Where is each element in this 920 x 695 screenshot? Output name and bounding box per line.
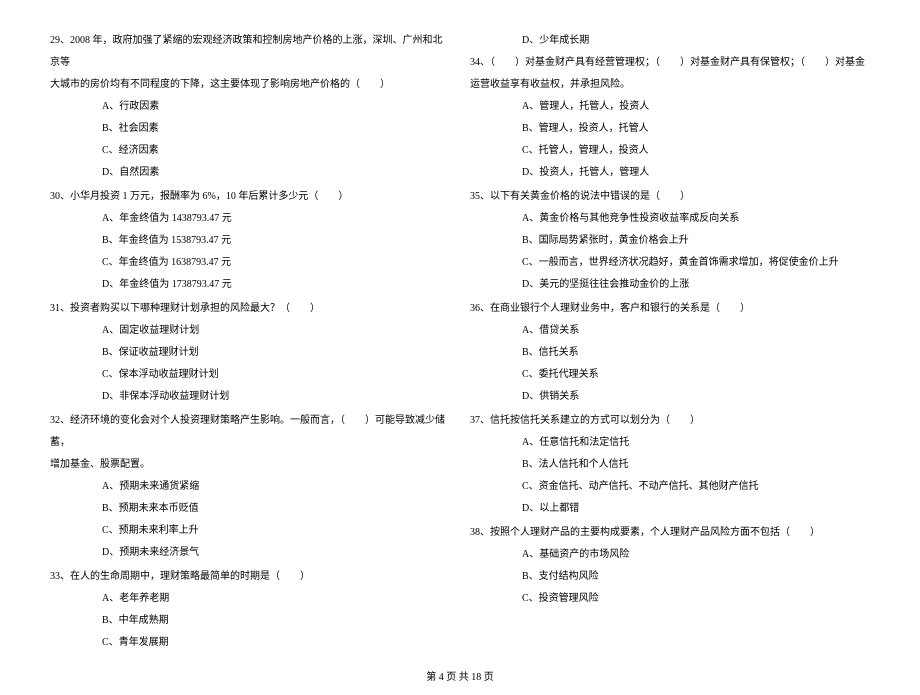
question-35: 35、以下有关黄金价格的说法中错误的是（ ） A、黄金价格与其他竞争性投资收益率… (470, 186, 870, 296)
question-34: 34、（ ）对基金财产具有经营管理权；（ ）对基金财产具有保管权；（ ）对基金 … (470, 52, 870, 184)
q32-opt-d: D、预期未来经济景气 (50, 542, 450, 564)
question-33: 33、在人的生命周期中，理财策略最简单的时期是（ ） A、老年养老期 B、中年成… (50, 566, 450, 654)
q36-text: 36、在商业银行个人理财业务中，客户和银行的关系是（ ） (470, 298, 870, 320)
question-38: 38、按照个人理财产品的主要构成要素，个人理财产品风险方面不包括（ ） A、基础… (470, 522, 870, 610)
q37-opt-c: C、资金信托、动产信托、不动产信托、其他财产信托 (470, 476, 870, 498)
q34-opt-c: C、托管人，管理人，投资人 (470, 140, 870, 162)
q37-opt-b: B、法人信托和个人信托 (470, 454, 870, 476)
q33-text: 33、在人的生命周期中，理财策略最简单的时期是（ ） (50, 566, 450, 588)
q32-opt-b: B、预期未来本币贬值 (50, 498, 450, 520)
q31-opt-b: B、保证收益理财计划 (50, 342, 450, 364)
q29-line1: 29、2008 年，政府加强了紧缩的宏观经济政策和控制房地产价格的上涨，深圳、广… (50, 30, 450, 74)
q29-opt-d: D、自然因素 (50, 162, 450, 184)
q36-opt-d: D、供销关系 (470, 386, 870, 408)
q33-opt-d: D、少年成长期 (470, 30, 870, 52)
q37-opt-a: A、任意信托和法定信托 (470, 432, 870, 454)
q29-opt-a: A、行政因素 (50, 96, 450, 118)
q34-line1: 34、（ ）对基金财产具有经营管理权；（ ）对基金财产具有保管权；（ ）对基金 (470, 52, 870, 74)
q36-opt-c: C、委托代理关系 (470, 364, 870, 386)
q32-opt-c: C、预期未来利率上升 (50, 520, 450, 542)
q35-opt-d: D、美元的坚挺往往会推动金价的上涨 (470, 274, 870, 296)
question-29: 29、2008 年，政府加强了紧缩的宏观经济政策和控制房地产价格的上涨，深圳、广… (50, 30, 450, 184)
page-content: 29、2008 年，政府加强了紧缩的宏观经济政策和控制房地产价格的上涨，深圳、广… (0, 0, 920, 656)
q30-text: 30、小华月投资 1 万元，报酬率为 6%，10 年后累计多少元（ ） (50, 186, 450, 208)
q36-opt-b: B、信托关系 (470, 342, 870, 364)
q30-opt-d: D、年金终值为 1738793.47 元 (50, 274, 450, 296)
q33-opt-a: A、老年养老期 (50, 588, 450, 610)
q31-opt-d: D、非保本浮动收益理财计划 (50, 386, 450, 408)
q30-opt-a: A、年金终值为 1438793.47 元 (50, 208, 450, 230)
q29-opt-c: C、经济因素 (50, 140, 450, 162)
q32-line2: 增加基金、股票配置。 (50, 454, 450, 476)
right-column: D、少年成长期 34、（ ）对基金财产具有经营管理权；（ ）对基金财产具有保管权… (460, 30, 880, 656)
q34-opt-b: B、管理人，投资人，托管人 (470, 118, 870, 140)
q38-opt-b: B、支付结构风险 (470, 566, 870, 588)
q29-line2: 大城市的房价均有不同程度的下降，这主要体现了影响房地产价格的（ ） (50, 74, 450, 96)
q36-opt-a: A、借贷关系 (470, 320, 870, 342)
q33-opt-b: B、中年成熟期 (50, 610, 450, 632)
q38-opt-c: C、投资管理风险 (470, 588, 870, 610)
q32-line1: 32、经济环境的变化会对个人投资理财策略产生影响。一般而言，（ ）可能导致减少储… (50, 410, 450, 454)
q38-opt-a: A、基础资产的市场风险 (470, 544, 870, 566)
q35-opt-c: C、一般而言，世界经济状况趋好，黄金首饰需求增加，将促使金价上升 (470, 252, 870, 274)
q31-opt-a: A、固定收益理财计划 (50, 320, 450, 342)
q35-opt-a: A、黄金价格与其他竞争性投资收益率成反向关系 (470, 208, 870, 230)
question-36: 36、在商业银行个人理财业务中，客户和银行的关系是（ ） A、借贷关系 B、信托… (470, 298, 870, 408)
q32-opt-a: A、预期未来通货紧缩 (50, 476, 450, 498)
q37-opt-d: D、以上都错 (470, 498, 870, 520)
question-32: 32、经济环境的变化会对个人投资理财策略产生影响。一般而言，（ ）可能导致减少储… (50, 410, 450, 564)
left-column: 29、2008 年，政府加强了紧缩的宏观经济政策和控制房地产价格的上涨，深圳、广… (40, 30, 460, 656)
q34-opt-d: D、投资人，托管人，管理人 (470, 162, 870, 184)
q35-text: 35、以下有关黄金价格的说法中错误的是（ ） (470, 186, 870, 208)
q37-text: 37、信托按信托关系建立的方式可以划分为（ ） (470, 410, 870, 432)
q35-opt-b: B、国际局势紧张时，黄金价格会上升 (470, 230, 870, 252)
q31-text: 31、投资者购买以下哪种理财计划承担的风险最大？（ ） (50, 298, 450, 320)
q34-line2: 运营收益享有收益权，并承担风险。 (470, 74, 870, 96)
q38-text: 38、按照个人理财产品的主要构成要素，个人理财产品风险方面不包括（ ） (470, 522, 870, 544)
question-31: 31、投资者购买以下哪种理财计划承担的风险最大？（ ） A、固定收益理财计划 B… (50, 298, 450, 408)
q31-opt-c: C、保本浮动收益理财计划 (50, 364, 450, 386)
q34-opt-a: A、管理人，托管人，投资人 (470, 96, 870, 118)
q30-opt-c: C、年金终值为 1638793.47 元 (50, 252, 450, 274)
q29-opt-b: B、社会因素 (50, 118, 450, 140)
q30-opt-b: B、年金终值为 1538793.47 元 (50, 230, 450, 252)
question-30: 30、小华月投资 1 万元，报酬率为 6%，10 年后累计多少元（ ） A、年金… (50, 186, 450, 296)
question-37: 37、信托按信托关系建立的方式可以划分为（ ） A、任意信托和法定信托 B、法人… (470, 410, 870, 520)
page-footer: 第 4 页 共 18 页 (0, 656, 920, 695)
q33-opt-c: C、青年发展期 (50, 632, 450, 654)
